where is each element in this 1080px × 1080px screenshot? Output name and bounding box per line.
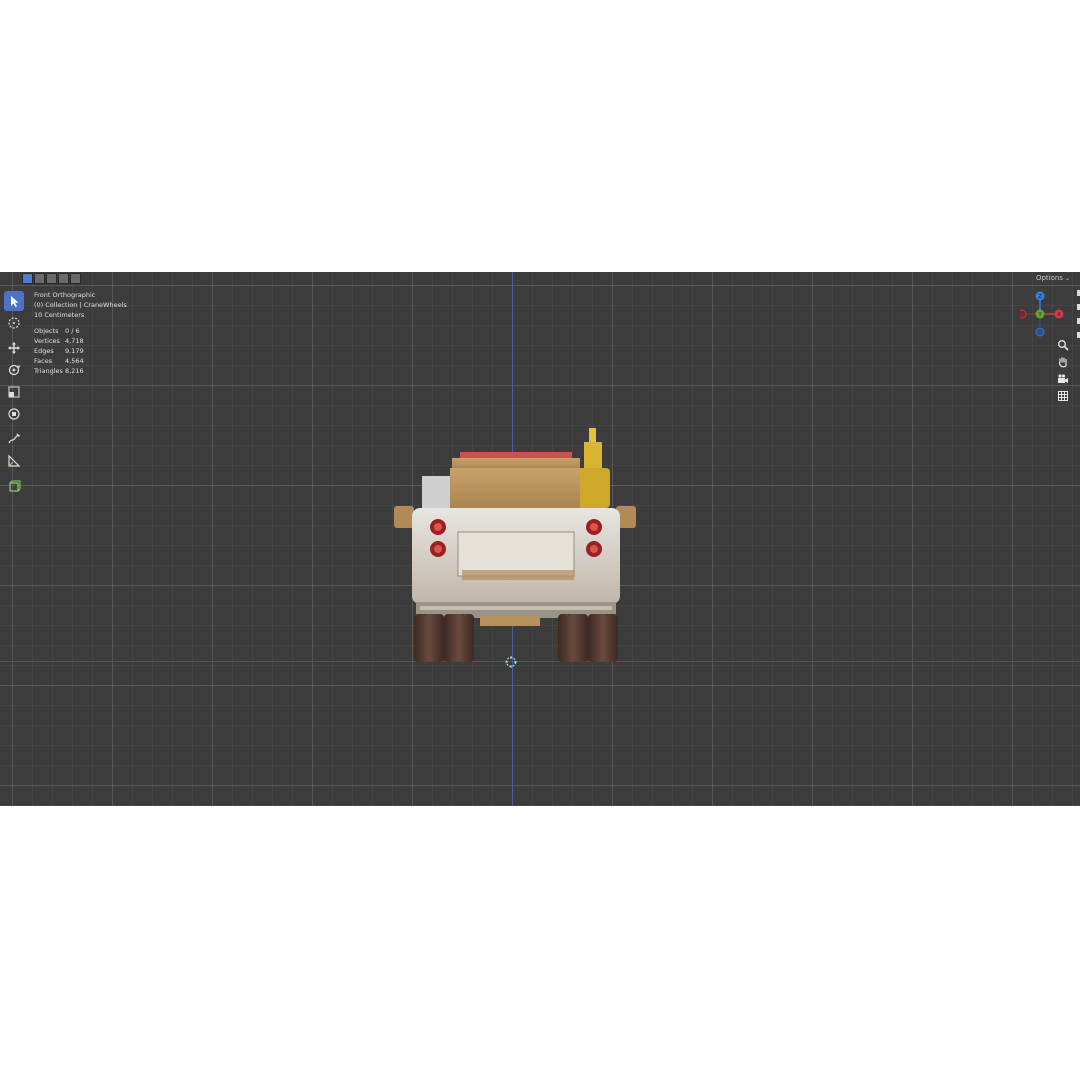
view-name: Front Orthographic (34, 291, 96, 299)
navigation-controls (1056, 338, 1070, 403)
cursor-arrow-icon (11, 296, 19, 307)
select-subtract-button[interactable] (46, 273, 57, 284)
pencil-icon (8, 433, 21, 444)
stat-row: Vertices 4,718 (34, 337, 84, 345)
neg-x-handle (1020, 309, 1027, 319)
stat-row: Triangles 8,216 (34, 367, 84, 375)
y-axis-label: Y (1037, 312, 1042, 318)
tool-shelf (4, 291, 24, 496)
grid-scale: 10 Centimeters (34, 311, 85, 319)
3d-viewport[interactable]: Options ⌄ Front Orthographic (0) Collect… (0, 272, 1080, 806)
rotate-icon (8, 364, 21, 376)
grid-icon[interactable] (1056, 389, 1070, 403)
options-menu[interactable]: Options ⌄ (1036, 274, 1070, 282)
x-axis-label: X (1057, 312, 1061, 318)
neg-z-handle (1035, 327, 1045, 337)
stat-row: Objects 0 / 6 (34, 327, 80, 335)
select-box-tool[interactable] (4, 291, 24, 311)
options-label: Options (1035, 274, 1063, 282)
crosshair-circle-icon (8, 317, 20, 329)
rotate-tool[interactable] (4, 360, 24, 380)
annotate-tool[interactable] (4, 429, 24, 449)
chevron-down-icon: ⌄ (1064, 275, 1070, 282)
scene-statistics: Objects 0 / 6 Vertices 4,718 Edges 9,179 Fa… (34, 326, 127, 376)
navigation-gizmo[interactable]: Z X Y (1020, 288, 1080, 344)
selection-mode-bar (22, 273, 81, 284)
add-cube-tool[interactable] (4, 476, 24, 496)
z-axis-label: Z (1038, 294, 1042, 300)
ruler-icon (8, 454, 21, 467)
scale-icon (8, 386, 20, 398)
select-new-button[interactable] (22, 273, 33, 284)
cursor-tool[interactable] (4, 313, 24, 333)
3d-cursor-icon (505, 656, 517, 668)
hand-icon[interactable] (1056, 355, 1070, 369)
stat-row: Edges 9,179 (34, 347, 84, 355)
move-arrows-icon (8, 342, 20, 354)
camera-icon[interactable] (1056, 372, 1070, 386)
select-invert-button[interactable] (58, 273, 69, 284)
scale-tool[interactable] (4, 382, 24, 402)
truck-3d-model[interactable] (390, 422, 640, 672)
transform-tool[interactable] (4, 404, 24, 424)
select-intersect-button[interactable] (70, 273, 81, 284)
measure-tool[interactable] (4, 451, 24, 471)
zoom-icon[interactable] (1056, 338, 1070, 352)
collection-name: (0) Collection | CraneWheels (34, 301, 127, 309)
move-tool[interactable] (4, 338, 24, 358)
select-extend-button[interactable] (34, 273, 45, 284)
transform-icon (8, 408, 20, 420)
viewport-info-overlay: Front Orthographic (0) Collection | Cran… (34, 290, 127, 376)
stat-row: Faces 4,564 (34, 357, 84, 365)
cube-add-icon (9, 480, 21, 492)
